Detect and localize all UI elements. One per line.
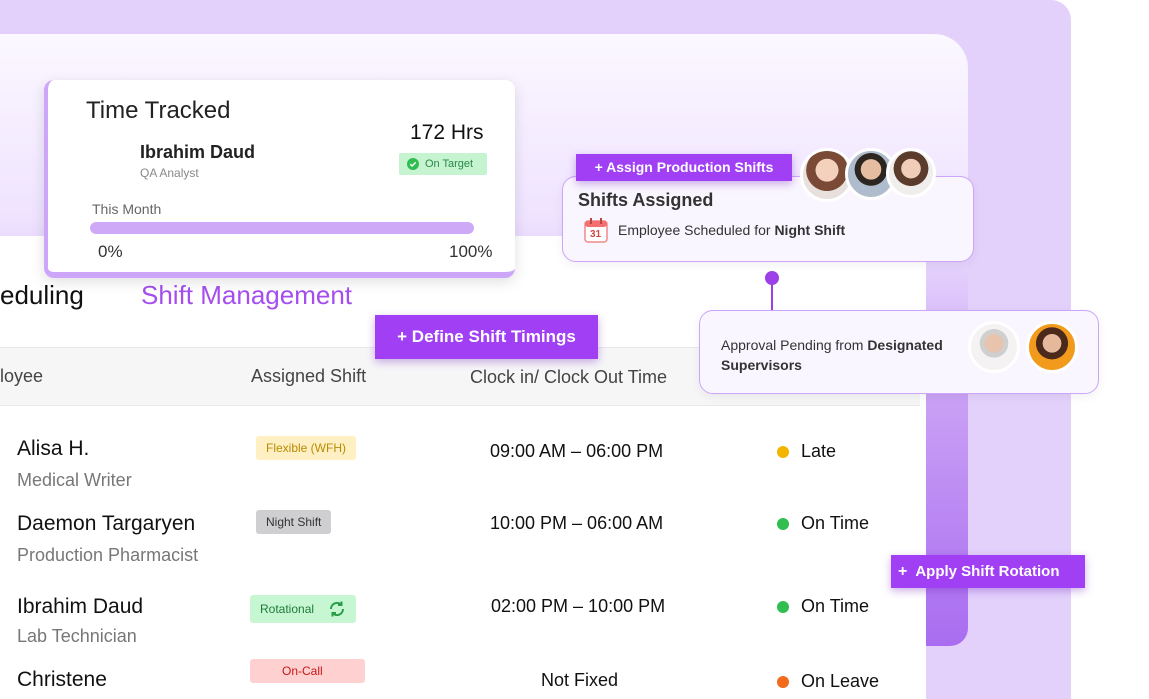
hours-value: 172 Hrs (410, 121, 484, 144)
shift-time: 02:00 PM – 10:00 PM (491, 596, 666, 616)
shift-badge: Flexible (WFH) (256, 436, 356, 460)
approval-message-prefix: Approval Pending from (721, 337, 868, 353)
shift-message-bold: Night Shift (774, 222, 846, 238)
status-dot (777, 600, 789, 613)
status-label: On Time (801, 596, 870, 616)
card-title: Time Tracked (86, 97, 231, 124)
shift-badge: Night Shift (256, 510, 332, 534)
check-circle-icon (407, 158, 419, 170)
employee-name: Ibrahim Daud (17, 595, 144, 618)
period-label: This Month (92, 201, 162, 217)
calendar-day: 31 (590, 229, 602, 240)
employee-role: Medical Writer (17, 470, 132, 490)
avatar[interactable] (1026, 321, 1078, 373)
status: Late (777, 441, 836, 462)
column-header-employee: loyee (0, 366, 44, 386)
button-label: Apply Shift Rotation (915, 563, 1060, 580)
time-tracked-card: Time Tracked Ibrahim Daud QA Analyst 172… (44, 80, 515, 278)
progress-track (90, 222, 474, 234)
status-label: On Leave (801, 671, 880, 691)
plus-icon: + (898, 563, 908, 580)
assign-production-shifts-button[interactable]: + Assign Production Shifts (576, 154, 792, 181)
employee-name: Ibrahim Daud (140, 142, 256, 162)
column-header-clock-time: Clock in/ Clock Out Time (470, 367, 668, 387)
employee-name: Alisa H. (17, 437, 90, 460)
status-dot (777, 445, 789, 458)
shift-time: 09:00 AM – 06:00 PM (490, 441, 664, 461)
employee-name: Christene (17, 668, 107, 691)
progress-max-label: 100% (449, 242, 493, 261)
employee-role: Lab Technician (17, 626, 137, 646)
rotate-icon (330, 601, 345, 617)
status-label: Late (801, 441, 837, 461)
section-subtitle[interactable]: Shift Management (141, 280, 352, 311)
progress-min-label: 0% (98, 242, 123, 261)
employee-role: Production Pharmacist (17, 545, 199, 565)
column-header-assigned-shift: Assigned Shift (251, 366, 367, 386)
shift-message-prefix: Employee Scheduled for (618, 222, 775, 238)
card-title: Shifts Assigned (578, 190, 714, 210)
status: On Time (777, 513, 869, 534)
approval-message: Approval Pending from Designated Supervi… (721, 335, 961, 375)
status: On Leave (777, 671, 879, 692)
employee-role: QA Analyst (140, 166, 199, 180)
section-title: eduling (0, 280, 84, 310)
shift-badge: Rotational (250, 595, 357, 623)
shift-time: Not Fixed (541, 670, 619, 690)
status-dot (777, 517, 789, 530)
badge-label: On Target (425, 158, 474, 170)
status: On Time (777, 596, 869, 617)
main-panel (0, 236, 926, 699)
define-shift-timings-button[interactable]: + Define Shift Timings (375, 315, 598, 359)
shift-badge: On-Call (250, 659, 365, 683)
shift-time: 10:00 PM – 06:00 AM (490, 513, 664, 533)
employee-name: Daemon Targaryen (17, 512, 196, 535)
status-label: On Time (801, 513, 870, 533)
apply-shift-rotation-button[interactable]: + Apply Shift Rotation (891, 555, 1085, 588)
progress-fill (90, 222, 474, 234)
avatar[interactable] (968, 321, 1020, 373)
on-target-badge: On Target (399, 153, 488, 175)
avatar[interactable] (886, 148, 936, 198)
status-dot (777, 675, 789, 688)
shift-message: Employee Scheduled for Night Shift (618, 222, 845, 238)
calendar-icon: 31 (584, 217, 608, 243)
shift-badge-label: Rotational (260, 602, 315, 616)
